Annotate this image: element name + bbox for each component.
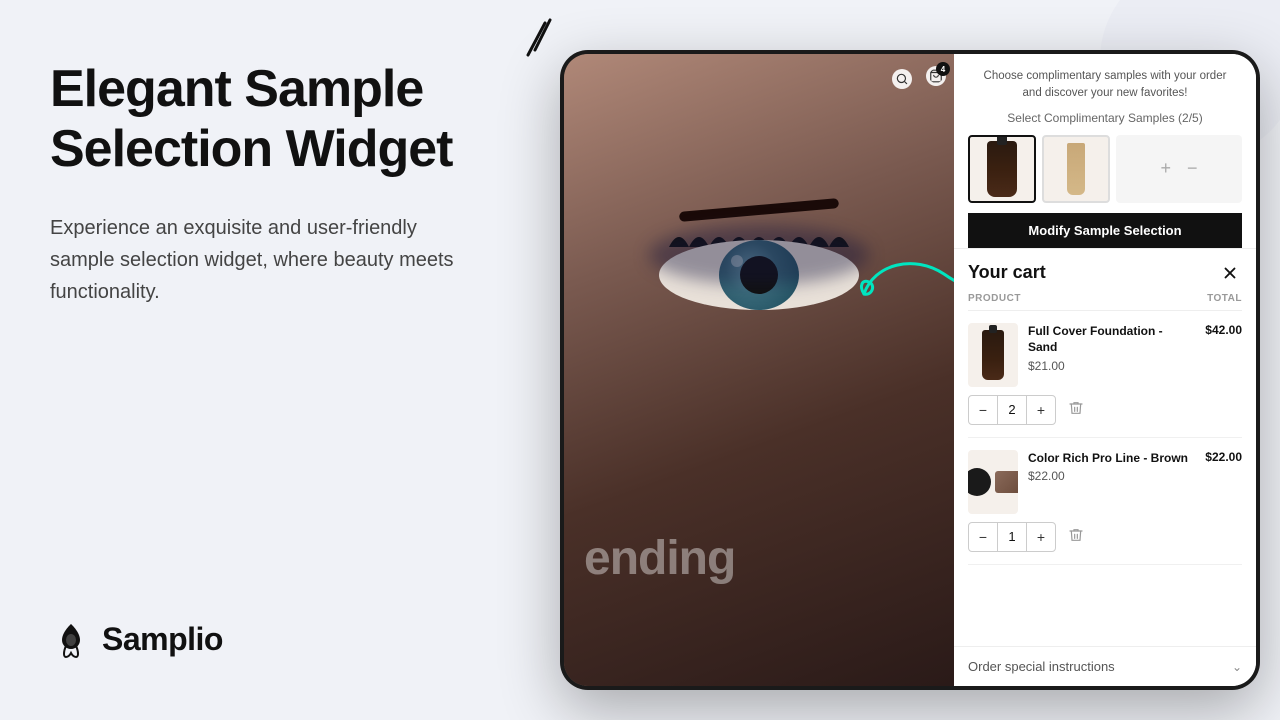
cart-body: Your cart PRODUCT TOTAL: [954, 249, 1256, 647]
sub-text: Experience an exquisite and user-friendl…: [50, 212, 480, 308]
cart-panel: Choose complimentary samples with your o…: [954, 54, 1256, 686]
sample-thumbnails: + −: [968, 135, 1242, 203]
product-compact: [995, 471, 1018, 493]
sample-thumb-empty[interactable]: + −: [1116, 135, 1242, 203]
search-icon[interactable]: [892, 69, 912, 89]
cart-title: Your cart: [968, 262, 1046, 283]
main-heading: Elegant Sample Selection Widget: [50, 60, 520, 180]
sample-plus-icon: +: [1160, 158, 1171, 179]
qty-control-1: − 2 +: [968, 395, 1056, 425]
eyebrow: [679, 198, 839, 222]
trash-icon-2: [1068, 527, 1084, 543]
trash-icon: [1068, 400, 1084, 416]
cart-item-2-controls: − 1 +: [968, 522, 1242, 552]
cart-item-1-info: Full Cover Foundation - Sand $21.00: [1028, 323, 1191, 374]
logo-text: Samplio: [102, 621, 223, 658]
sample-thumb-2[interactable]: [1042, 135, 1110, 203]
product-circle: [968, 468, 991, 496]
cart-item-2-top: Color Rich Pro Line - Brown $22.00 $22.0…: [968, 450, 1242, 514]
qty-decrease-2[interactable]: −: [969, 523, 997, 551]
sample-intro: Choose complimentary samples with your o…: [968, 68, 1242, 103]
col-total-label: TOTAL: [1207, 293, 1242, 304]
cart-item-2-price: $22.00: [1028, 469, 1191, 483]
order-instructions[interactable]: Order special instructions ⌄: [954, 646, 1256, 686]
sample-area: Choose complimentary samples with your o…: [954, 54, 1256, 249]
cart-close-btn[interactable]: [1218, 261, 1242, 285]
color-rich-img: [968, 468, 1018, 496]
qty-decrease-1[interactable]: −: [969, 396, 997, 424]
logo-area: Samplio: [50, 618, 520, 660]
cart-item-2-info: Color Rich Pro Line - Brown $22.00: [1028, 450, 1191, 484]
sample-thumb-1[interactable]: [968, 135, 1036, 203]
arrow-decoration: [854, 244, 954, 344]
eyeshadow: [649, 225, 869, 285]
store-page: ending 4: [564, 54, 954, 686]
modify-sample-btn[interactable]: Modify Sample Selection: [968, 213, 1242, 248]
qty-increase-2[interactable]: +: [1027, 523, 1055, 551]
cart-item-1-price: $21.00: [1028, 359, 1191, 373]
delete-item-1-btn[interactable]: [1068, 400, 1084, 419]
cart-col-headers: PRODUCT TOTAL: [968, 293, 1242, 311]
sample-select-label: Select Complimentary Samples (2/5): [968, 111, 1242, 125]
sample-product-1-img: [987, 141, 1017, 197]
store-toolbar: 4: [892, 66, 946, 91]
cart-item-1-total: $42.00: [1205, 323, 1242, 337]
cart-item-2-total: $22.00: [1205, 450, 1242, 464]
trending-text: ending: [584, 531, 735, 586]
model-bg: [564, 54, 954, 686]
cart-item-2-img: [968, 450, 1018, 514]
foundation-tube-img: [982, 330, 1004, 380]
qty-value-2: 1: [997, 523, 1027, 551]
samplio-logo-icon: [50, 618, 92, 660]
cart-item-2: Color Rich Pro Line - Brown $22.00 $22.0…: [968, 438, 1242, 565]
delete-item-2-btn[interactable]: [1068, 527, 1084, 546]
qty-value-1: 2: [997, 396, 1027, 424]
qty-control-2: − 1 +: [968, 522, 1056, 552]
cart-icon-wrapper[interactable]: 4: [926, 66, 946, 91]
cart-item-1-name: Full Cover Foundation - Sand: [1028, 323, 1191, 357]
chevron-down-icon: ⌄: [1232, 660, 1242, 674]
cart-item-1-img: [968, 323, 1018, 387]
close-icon: [1221, 264, 1239, 282]
sample-minus-icon: −: [1187, 158, 1198, 179]
cart-item-2-name: Color Rich Pro Line - Brown: [1028, 450, 1191, 467]
cart-header-row: Your cart: [968, 249, 1242, 293]
cart-item-1-controls: − 2 +: [968, 395, 1242, 425]
col-product-label: PRODUCT: [968, 293, 1021, 304]
sample-product-2-img: [1067, 143, 1085, 195]
order-instructions-label: Order special instructions: [968, 659, 1115, 674]
device: ending 4: [480, 0, 1280, 720]
cart-item-1-top: Full Cover Foundation - Sand $21.00 $42.…: [968, 323, 1242, 387]
cart-item-1: Full Cover Foundation - Sand $21.00 $42.…: [968, 311, 1242, 438]
qty-increase-1[interactable]: +: [1027, 396, 1055, 424]
tablet-frame: ending 4: [560, 50, 1260, 690]
cart-badge: 4: [936, 62, 950, 76]
tablet-inner: ending 4: [564, 54, 1256, 686]
